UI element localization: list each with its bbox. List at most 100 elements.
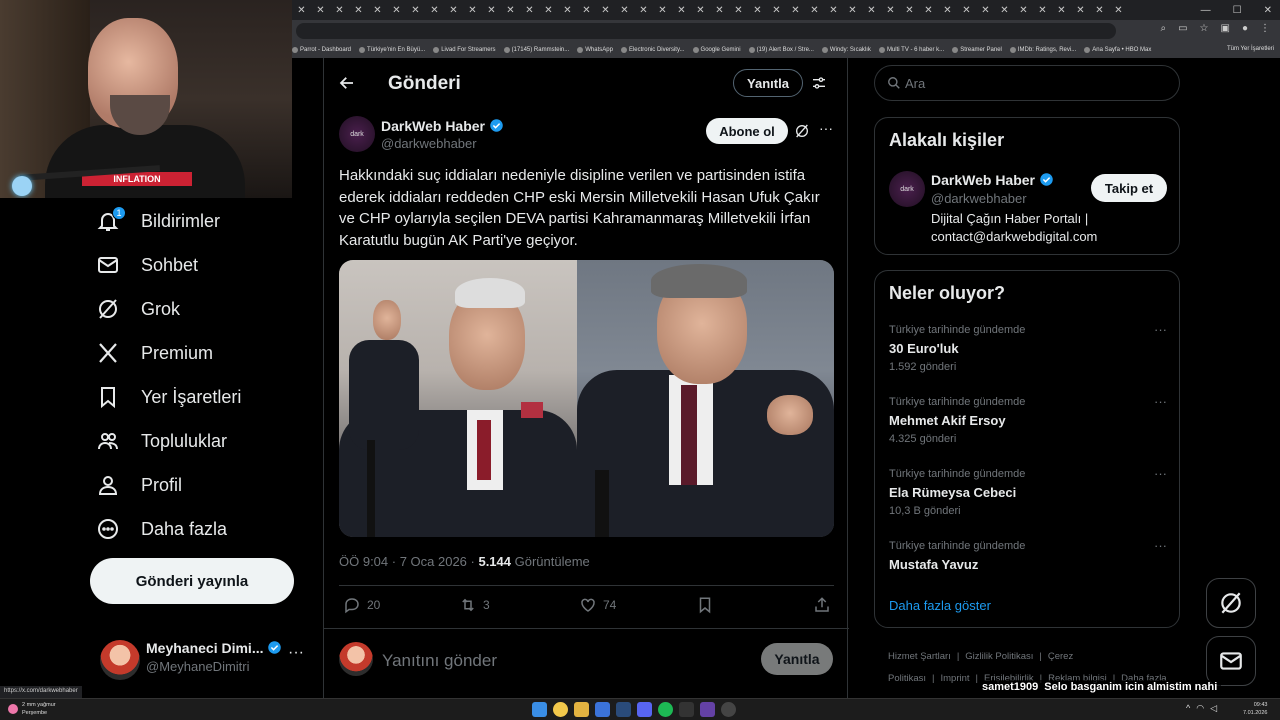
reply-action[interactable]: 20: [343, 596, 380, 614]
trend-item[interactable]: Türkiye tarihinde gündemde Mehmet Akif E…: [889, 394, 1167, 445]
browser-tab[interactable]: ✕: [824, 3, 843, 17]
trend-more-icon[interactable]: ···: [1154, 466, 1167, 481]
browser-tab[interactable]: ✕: [501, 3, 520, 17]
post-image[interactable]: [339, 260, 834, 537]
obs-icon[interactable]: [721, 702, 736, 717]
related-avatar[interactable]: dark: [889, 171, 925, 207]
browser-tab[interactable]: ✕: [976, 3, 995, 17]
nav-premium[interactable]: Premium: [96, 331, 213, 375]
browser-tab[interactable]: ✕: [1109, 3, 1128, 17]
browser-tab[interactable]: ✕: [957, 3, 976, 17]
footer-link[interactable]: Gizlilik Politikası: [965, 651, 1033, 662]
nav-messages[interactable]: Sohbet: [96, 243, 198, 287]
reply-input[interactable]: Yanıtını gönder: [382, 651, 497, 671]
nav-communities[interactable]: Topluluklar: [96, 419, 227, 463]
twitch-icon[interactable]: [700, 702, 715, 717]
browser-tab[interactable]: ✕: [653, 3, 672, 17]
browser-tab[interactable]: ✕: [881, 3, 900, 17]
nav-profile[interactable]: Profil: [96, 463, 182, 507]
bookmark-item[interactable]: Multi TV - 6 haber k...: [878, 47, 944, 53]
chrome-icon[interactable]: [553, 702, 568, 717]
author-name[interactable]: DarkWeb Haber: [381, 118, 504, 134]
browser-tab[interactable]: ✕: [900, 3, 919, 17]
reply-submit-button[interactable]: Yanıtla: [761, 643, 833, 675]
folder-icon[interactable]: [574, 702, 589, 717]
browser-tab[interactable]: ✕: [520, 3, 539, 17]
clock[interactable]: 09:43 7.01.2026: [1243, 701, 1267, 717]
browser-tab[interactable]: ✕: [425, 3, 444, 17]
browser-tab[interactable]: ✕: [672, 3, 691, 17]
share-action[interactable]: [813, 596, 837, 614]
start-icon[interactable]: [532, 702, 547, 717]
browser-tab[interactable]: ✕: [1090, 3, 1109, 17]
post-button[interactable]: Gönderi yayınla: [90, 558, 294, 604]
browser-tab[interactable]: ✕: [919, 3, 938, 17]
bookmark-item[interactable]: Türkiye'nin En Büyü...: [359, 47, 425, 53]
minimize-icon[interactable]: —: [1201, 5, 1211, 16]
browser-tab[interactable]: ✕: [1014, 3, 1033, 17]
nav-more[interactable]: Daha fazla: [96, 507, 227, 551]
author-avatar[interactable]: dark: [339, 116, 375, 152]
browser-tab[interactable]: ✕: [691, 3, 710, 17]
post-more-icon[interactable]: ···: [819, 120, 833, 136]
bookmark-item[interactable]: IMDb: Ratings, Revi...: [1009, 47, 1076, 53]
nav-notifications[interactable]: Bildirimler: [96, 199, 220, 243]
account-switcher[interactable]: Meyhaneci Dimi... @MeyhaneDimitri ···: [96, 634, 316, 684]
bookmark-item[interactable]: Ana Sayfa • HBO Max: [1084, 47, 1151, 53]
menu-icon[interactable]: ⋮: [1260, 23, 1270, 34]
trend-more-icon[interactable]: ···: [1154, 394, 1167, 409]
url-field[interactable]: [296, 23, 1116, 39]
trend-item[interactable]: Türkiye tarihinde gündemde Ela Rümeysa C…: [889, 466, 1167, 517]
trend-item[interactable]: Türkiye tarihinde gündemde 30 Euro'luk 1…: [889, 322, 1167, 373]
browser-tab[interactable]: ✕: [615, 3, 634, 17]
close-window-icon[interactable]: ✕: [1264, 5, 1272, 16]
browser-tab[interactable]: ✕: [634, 3, 653, 17]
weather-widget[interactable]: 2 mm yağmur Perşembe: [8, 701, 56, 717]
browser-tab[interactable]: ✕: [767, 3, 786, 17]
follow-button[interactable]: Takip et: [1091, 174, 1167, 202]
browser-tab[interactable]: ✕: [1033, 3, 1052, 17]
zoom-icon[interactable]: ⌕: [1160, 23, 1166, 34]
browser-tab[interactable]: ✕: [292, 3, 311, 17]
volume-icon[interactable]: ◁: [1210, 703, 1217, 714]
bookmark-item[interactable]: Electronic Diversity...: [620, 47, 685, 53]
browser-tab[interactable]: ✕: [330, 3, 349, 17]
cast-icon[interactable]: ▭: [1178, 23, 1187, 34]
footer-link[interactable]: Imprint: [940, 673, 969, 684]
trend-more-icon[interactable]: ···: [1154, 538, 1167, 553]
browser-tab[interactable]: ✕: [995, 3, 1014, 17]
nav-grok[interactable]: Grok: [96, 287, 180, 331]
browser-tab[interactable]: ✕: [463, 3, 482, 17]
messages-fab[interactable]: [1206, 636, 1256, 686]
browser-tab[interactable]: ✕: [843, 3, 862, 17]
more-icon[interactable]: ···: [288, 644, 304, 662]
browser-tab[interactable]: ✕: [387, 3, 406, 17]
all-bookmarks[interactable]: Tüm Yer İşaretleri: [1227, 46, 1274, 52]
browser-tab[interactable]: ✕: [862, 3, 881, 17]
bookmark-item[interactable]: Streamer Panel: [952, 47, 1002, 53]
browser-tab[interactable]: ✕: [311, 3, 330, 17]
browser-tab[interactable]: ✕: [786, 3, 805, 17]
wifi-icon[interactable]: ◠: [1196, 703, 1204, 714]
bookmark-item[interactable]: Windy: Sıcaklık: [821, 47, 871, 53]
related-name[interactable]: DarkWeb Haber: [931, 172, 1054, 188]
maximize-icon[interactable]: ☐: [1233, 5, 1242, 16]
browser-tab[interactable]: ✕: [729, 3, 748, 17]
browser-tab[interactable]: ✕: [748, 3, 767, 17]
reply-header-button[interactable]: Yanıtla: [733, 69, 803, 97]
grok-fab[interactable]: [1206, 578, 1256, 628]
author-handle[interactable]: @darkwebhaber: [381, 136, 477, 151]
show-more-link[interactable]: Daha fazla göster: [889, 598, 991, 613]
grok-icon[interactable]: [794, 123, 810, 144]
bookmark-action[interactable]: [696, 596, 720, 614]
bookmark-item[interactable]: (17145) Rammstein...: [503, 47, 569, 53]
browser-tab[interactable]: ✕: [539, 3, 558, 17]
bookmark-item[interactable]: Parrot - Dashboard: [292, 47, 351, 53]
repost-action[interactable]: 3: [459, 596, 490, 614]
trend-item[interactable]: Türkiye tarihinde gündemde Mustafa Yavuz…: [889, 538, 1167, 572]
browser-tab[interactable]: ✕: [482, 3, 501, 17]
trend-more-icon[interactable]: ···: [1154, 322, 1167, 337]
bookmark-item[interactable]: (19) Alert Box / Stre...: [748, 47, 814, 53]
bookmark-item[interactable]: WhatsApp: [577, 47, 613, 53]
spotify-icon[interactable]: [658, 702, 673, 717]
